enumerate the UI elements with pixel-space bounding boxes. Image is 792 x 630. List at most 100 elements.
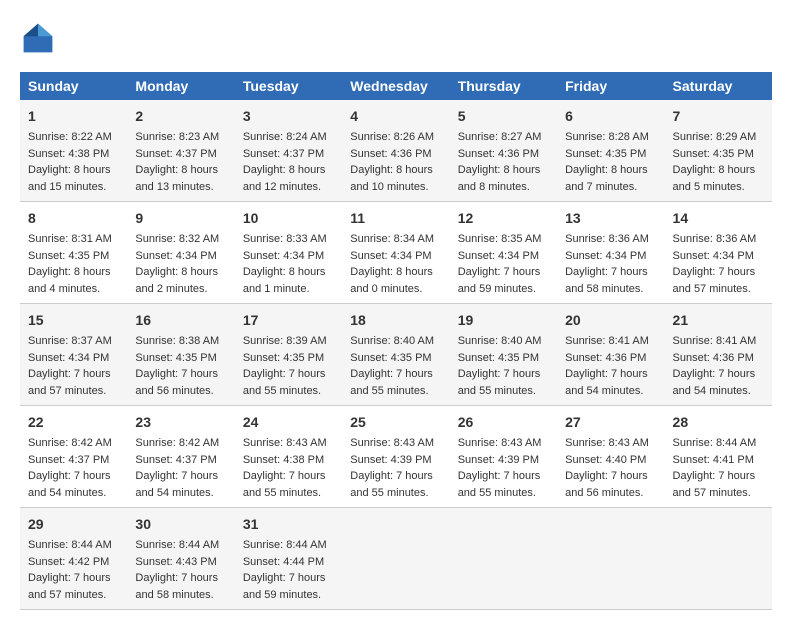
day-info: Sunrise: 8:40 AMSunset: 4:35 PMDaylight:… — [350, 335, 434, 397]
col-header-tuesday: Tuesday — [235, 72, 342, 100]
day-number: 9 — [135, 208, 226, 229]
col-header-saturday: Saturday — [665, 72, 772, 100]
calendar-cell: 9 Sunrise: 8:32 AMSunset: 4:34 PMDayligh… — [127, 202, 234, 304]
day-info: Sunrise: 8:34 AMSunset: 4:34 PMDaylight:… — [350, 233, 434, 295]
day-number: 23 — [135, 412, 226, 433]
week-row-3: 15 Sunrise: 8:37 AMSunset: 4:34 PMDaylig… — [20, 304, 772, 406]
day-number: 28 — [673, 412, 764, 433]
calendar-cell: 3 Sunrise: 8:24 AMSunset: 4:37 PMDayligh… — [235, 100, 342, 202]
calendar-cell: 16 Sunrise: 8:38 AMSunset: 4:35 PMDaylig… — [127, 304, 234, 406]
calendar-cell: 4 Sunrise: 8:26 AMSunset: 4:36 PMDayligh… — [342, 100, 449, 202]
day-number: 24 — [243, 412, 334, 433]
col-header-monday: Monday — [127, 72, 234, 100]
day-info: Sunrise: 8:26 AMSunset: 4:36 PMDaylight:… — [350, 131, 434, 193]
calendar-cell: 8 Sunrise: 8:31 AMSunset: 4:35 PMDayligh… — [20, 202, 127, 304]
week-row-5: 29 Sunrise: 8:44 AMSunset: 4:42 PMDaylig… — [20, 508, 772, 610]
day-info: Sunrise: 8:33 AMSunset: 4:34 PMDaylight:… — [243, 233, 327, 295]
calendar-cell: 1 Sunrise: 8:22 AMSunset: 4:38 PMDayligh… — [20, 100, 127, 202]
calendar-cell: 2 Sunrise: 8:23 AMSunset: 4:37 PMDayligh… — [127, 100, 234, 202]
calendar-cell — [665, 508, 772, 610]
day-info: Sunrise: 8:36 AMSunset: 4:34 PMDaylight:… — [565, 233, 649, 295]
calendar-cell: 31 Sunrise: 8:44 AMSunset: 4:44 PMDaylig… — [235, 508, 342, 610]
calendar-cell: 14 Sunrise: 8:36 AMSunset: 4:34 PMDaylig… — [665, 202, 772, 304]
day-number: 6 — [565, 106, 656, 127]
calendar-cell: 18 Sunrise: 8:40 AMSunset: 4:35 PMDaylig… — [342, 304, 449, 406]
calendar-cell: 19 Sunrise: 8:40 AMSunset: 4:35 PMDaylig… — [450, 304, 557, 406]
day-info: Sunrise: 8:37 AMSunset: 4:34 PMDaylight:… — [28, 335, 112, 397]
calendar-cell: 7 Sunrise: 8:29 AMSunset: 4:35 PMDayligh… — [665, 100, 772, 202]
day-info: Sunrise: 8:35 AMSunset: 4:34 PMDaylight:… — [458, 233, 542, 295]
day-info: Sunrise: 8:41 AMSunset: 4:36 PMDaylight:… — [673, 335, 757, 397]
day-info: Sunrise: 8:40 AMSunset: 4:35 PMDaylight:… — [458, 335, 542, 397]
calendar-cell — [450, 508, 557, 610]
calendar-table: SundayMondayTuesdayWednesdayThursdayFrid… — [20, 72, 772, 610]
calendar-cell: 22 Sunrise: 8:42 AMSunset: 4:37 PMDaylig… — [20, 406, 127, 508]
calendar-cell: 23 Sunrise: 8:42 AMSunset: 4:37 PMDaylig… — [127, 406, 234, 508]
day-info: Sunrise: 8:44 AMSunset: 4:42 PMDaylight:… — [28, 539, 112, 601]
day-number: 18 — [350, 310, 441, 331]
day-info: Sunrise: 8:41 AMSunset: 4:36 PMDaylight:… — [565, 335, 649, 397]
day-info: Sunrise: 8:42 AMSunset: 4:37 PMDaylight:… — [28, 437, 112, 499]
calendar-cell: 25 Sunrise: 8:43 AMSunset: 4:39 PMDaylig… — [342, 406, 449, 508]
day-info: Sunrise: 8:43 AMSunset: 4:39 PMDaylight:… — [350, 437, 434, 499]
day-info: Sunrise: 8:36 AMSunset: 4:34 PMDaylight:… — [673, 233, 757, 295]
day-info: Sunrise: 8:22 AMSunset: 4:38 PMDaylight:… — [28, 131, 112, 193]
calendar-cell: 29 Sunrise: 8:44 AMSunset: 4:42 PMDaylig… — [20, 508, 127, 610]
day-number: 10 — [243, 208, 334, 229]
logo — [20, 20, 60, 56]
day-number: 4 — [350, 106, 441, 127]
day-number: 19 — [458, 310, 549, 331]
day-number: 26 — [458, 412, 549, 433]
logo-icon — [20, 20, 56, 56]
calendar-cell: 11 Sunrise: 8:34 AMSunset: 4:34 PMDaylig… — [342, 202, 449, 304]
day-number: 29 — [28, 514, 119, 535]
day-info: Sunrise: 8:43 AMSunset: 4:40 PMDaylight:… — [565, 437, 649, 499]
calendar-cell: 28 Sunrise: 8:44 AMSunset: 4:41 PMDaylig… — [665, 406, 772, 508]
day-number: 12 — [458, 208, 549, 229]
day-number: 8 — [28, 208, 119, 229]
day-info: Sunrise: 8:42 AMSunset: 4:37 PMDaylight:… — [135, 437, 219, 499]
day-info: Sunrise: 8:23 AMSunset: 4:37 PMDaylight:… — [135, 131, 219, 193]
day-info: Sunrise: 8:29 AMSunset: 4:35 PMDaylight:… — [673, 131, 757, 193]
calendar-cell: 6 Sunrise: 8:28 AMSunset: 4:35 PMDayligh… — [557, 100, 664, 202]
col-header-wednesday: Wednesday — [342, 72, 449, 100]
day-info: Sunrise: 8:27 AMSunset: 4:36 PMDaylight:… — [458, 131, 542, 193]
day-info: Sunrise: 8:44 AMSunset: 4:44 PMDaylight:… — [243, 539, 327, 601]
col-header-friday: Friday — [557, 72, 664, 100]
day-number: 27 — [565, 412, 656, 433]
calendar-cell — [342, 508, 449, 610]
day-info: Sunrise: 8:32 AMSunset: 4:34 PMDaylight:… — [135, 233, 219, 295]
calendar-cell: 20 Sunrise: 8:41 AMSunset: 4:36 PMDaylig… — [557, 304, 664, 406]
day-number: 22 — [28, 412, 119, 433]
day-number: 25 — [350, 412, 441, 433]
calendar-cell: 5 Sunrise: 8:27 AMSunset: 4:36 PMDayligh… — [450, 100, 557, 202]
day-info: Sunrise: 8:43 AMSunset: 4:38 PMDaylight:… — [243, 437, 327, 499]
day-number: 14 — [673, 208, 764, 229]
calendar-cell: 30 Sunrise: 8:44 AMSunset: 4:43 PMDaylig… — [127, 508, 234, 610]
day-info: Sunrise: 8:39 AMSunset: 4:35 PMDaylight:… — [243, 335, 327, 397]
week-row-4: 22 Sunrise: 8:42 AMSunset: 4:37 PMDaylig… — [20, 406, 772, 508]
day-number: 21 — [673, 310, 764, 331]
header — [20, 20, 772, 56]
calendar-cell: 24 Sunrise: 8:43 AMSunset: 4:38 PMDaylig… — [235, 406, 342, 508]
calendar-cell: 26 Sunrise: 8:43 AMSunset: 4:39 PMDaylig… — [450, 406, 557, 508]
calendar-cell: 17 Sunrise: 8:39 AMSunset: 4:35 PMDaylig… — [235, 304, 342, 406]
day-info: Sunrise: 8:38 AMSunset: 4:35 PMDaylight:… — [135, 335, 219, 397]
day-number: 17 — [243, 310, 334, 331]
calendar-cell: 21 Sunrise: 8:41 AMSunset: 4:36 PMDaylig… — [665, 304, 772, 406]
col-header-sunday: Sunday — [20, 72, 127, 100]
calendar-cell: 15 Sunrise: 8:37 AMSunset: 4:34 PMDaylig… — [20, 304, 127, 406]
day-number: 31 — [243, 514, 334, 535]
day-number: 3 — [243, 106, 334, 127]
day-info: Sunrise: 8:31 AMSunset: 4:35 PMDaylight:… — [28, 233, 112, 295]
day-info: Sunrise: 8:44 AMSunset: 4:43 PMDaylight:… — [135, 539, 219, 601]
day-number: 15 — [28, 310, 119, 331]
day-info: Sunrise: 8:43 AMSunset: 4:39 PMDaylight:… — [458, 437, 542, 499]
day-number: 7 — [673, 106, 764, 127]
day-number: 5 — [458, 106, 549, 127]
calendar-cell: 10 Sunrise: 8:33 AMSunset: 4:34 PMDaylig… — [235, 202, 342, 304]
day-number: 20 — [565, 310, 656, 331]
day-info: Sunrise: 8:44 AMSunset: 4:41 PMDaylight:… — [673, 437, 757, 499]
week-row-1: 1 Sunrise: 8:22 AMSunset: 4:38 PMDayligh… — [20, 100, 772, 202]
col-header-thursday: Thursday — [450, 72, 557, 100]
